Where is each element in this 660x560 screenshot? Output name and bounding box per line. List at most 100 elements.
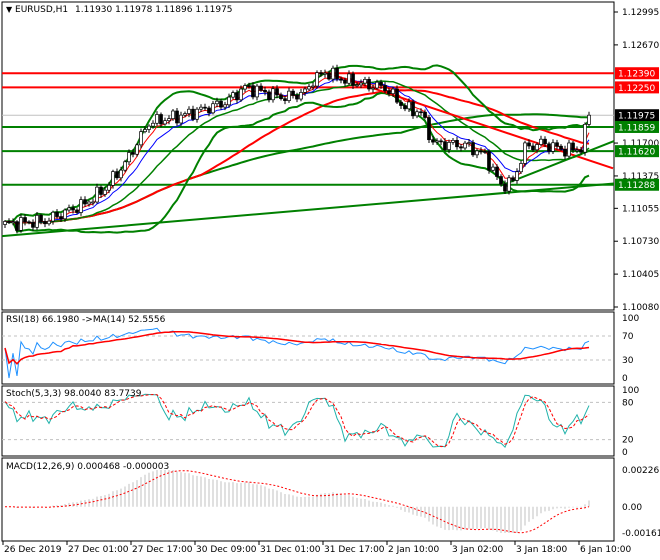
candle-body: [135, 144, 139, 155]
candle-body: [355, 84, 359, 87]
candle-body: [471, 142, 475, 156]
candle-body: [311, 85, 315, 88]
candle-body: [447, 141, 451, 150]
candle-body: [443, 141, 447, 150]
candle-body: [315, 72, 319, 87]
candle-body: [171, 110, 175, 119]
candle-body: [327, 72, 331, 80]
candle-body: [383, 85, 387, 92]
candle-body: [423, 111, 427, 118]
candle-body: [535, 144, 539, 151]
candle-body: [119, 169, 123, 179]
candle-body: [479, 150, 483, 153]
candle-body: [183, 113, 187, 116]
candle-body: [563, 148, 567, 157]
candle-body: [223, 104, 227, 108]
candle-body: [491, 166, 495, 171]
candle-body: [371, 87, 375, 90]
candle-body: [23, 217, 27, 223]
candle-body: [483, 151, 487, 153]
stoch-axis-label: 100: [622, 386, 639, 396]
level-label: 1.11620: [618, 148, 655, 158]
candle-body: [511, 177, 515, 181]
candle-body: [487, 151, 491, 171]
time-axis-label: 27 Dec 01:00: [68, 545, 129, 555]
candle-body: [579, 149, 583, 153]
candle-body: [539, 138, 543, 145]
candle-body: [455, 139, 459, 148]
candle-body: [399, 101, 403, 106]
candle-body: [95, 186, 99, 203]
candle-body: [51, 211, 55, 222]
candle-body: [543, 138, 547, 145]
candle-body: [375, 81, 379, 89]
candle-body: [275, 88, 279, 96]
candle-body: [7, 221, 11, 223]
candle-body: [307, 86, 311, 90]
candle-body: [239, 88, 243, 101]
level-label: 1.11975: [618, 112, 655, 122]
candle-body: [331, 67, 335, 80]
candle-body: [303, 88, 307, 93]
candle-body: [411, 101, 415, 117]
candle-body: [227, 96, 231, 106]
triangle-down-icon[interactable]: ▼: [6, 5, 12, 14]
candle-body: [115, 171, 119, 179]
candle-body: [407, 101, 411, 110]
candle-body: [187, 108, 191, 114]
candle-body: [415, 111, 419, 117]
candle-body: [219, 100, 223, 108]
candle-body: [247, 85, 251, 87]
candle-body: [79, 199, 83, 213]
candle-body: [83, 199, 87, 205]
candle-body: [347, 73, 351, 84]
candle-body: [319, 72, 323, 75]
candle-body: [35, 214, 39, 228]
candle-body: [163, 120, 167, 125]
rsi-axis-label: 70: [622, 332, 634, 342]
candle-body: [451, 139, 455, 143]
rsi-axis-label: 100: [622, 314, 639, 324]
candle-body: [363, 79, 367, 84]
candle-body: [519, 163, 523, 173]
candle-body: [531, 145, 535, 151]
candle-body: [343, 79, 347, 84]
candle-body: [271, 88, 275, 101]
candle-body: [75, 209, 79, 213]
candle-body: [583, 124, 587, 153]
candle-body: [547, 143, 551, 152]
candle-body: [431, 139, 435, 143]
candle-body: [215, 100, 219, 105]
symbol-label: EURUSD,H1: [15, 5, 69, 15]
candle-body: [191, 108, 195, 120]
candle-body: [103, 189, 107, 195]
candle-body: [31, 222, 35, 228]
candle-body: [179, 114, 183, 124]
candle-body: [55, 211, 59, 217]
candle-body: [507, 177, 511, 192]
time-axis-label: 30 Dec 09:00: [196, 545, 257, 555]
candle-body: [203, 106, 207, 109]
candle-body: [495, 166, 499, 177]
candle-body: [295, 95, 299, 100]
candle-body: [11, 221, 15, 223]
time-axis-label: 31 Dec 17:00: [324, 545, 385, 555]
candle-body: [359, 82, 363, 86]
candle-body: [335, 67, 339, 80]
candle-body: [63, 209, 67, 220]
candle-body: [3, 221, 7, 225]
candle-body: [427, 117, 431, 141]
macd-axis-label: 0.00: [622, 503, 642, 513]
price-chart[interactable]: 1.129951.126701.117001.113751.110551.107…: [0, 0, 660, 560]
price-axis-label: 1.12670: [622, 41, 659, 51]
price-axis-label: 1.11055: [622, 204, 659, 214]
candle-body: [267, 91, 271, 101]
candle-body: [211, 103, 215, 114]
candle-body: [279, 94, 283, 100]
candle-body: [259, 85, 263, 91]
candle-body: [419, 111, 423, 114]
candle-body: [467, 142, 471, 144]
candle-body: [231, 92, 235, 98]
candle-body: [351, 73, 355, 86]
candle-body: [475, 150, 479, 156]
